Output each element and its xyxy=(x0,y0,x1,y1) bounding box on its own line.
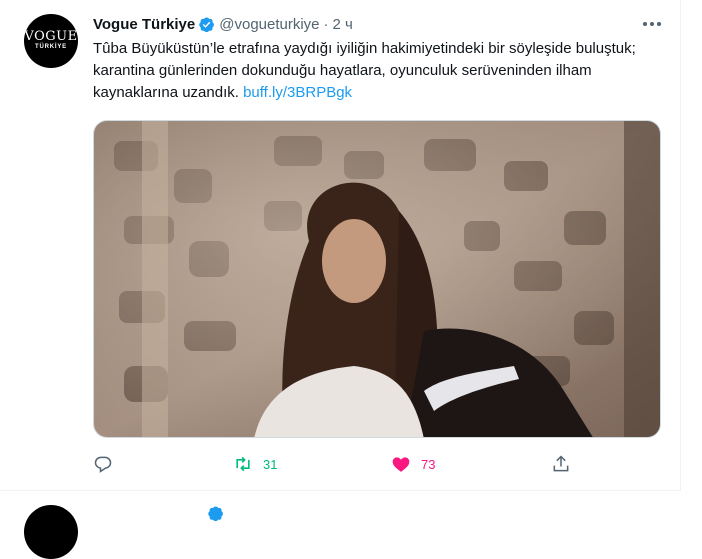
like-button[interactable]: 73 xyxy=(391,452,435,476)
tweet-actions: 31 73 xyxy=(93,452,573,476)
handle[interactable]: @vogueturkiye xyxy=(219,16,319,33)
timestamp[interactable]: 2 ч xyxy=(333,16,353,33)
verified-badge-icon xyxy=(208,506,223,522)
tweet-text: Tûba Büyüküstün’le etrafına yaydığı iyil… xyxy=(93,38,663,104)
avatar[interactable]: VOGUE TÜRKİYE xyxy=(24,14,78,68)
avatar-logo-line1: VOGUE xyxy=(24,29,78,44)
next-tweet-preview[interactable] xyxy=(0,491,680,559)
display-name[interactable]: Vogue Türkiye xyxy=(93,16,195,33)
tweet-header: Vogue Türkiye @vogueturkiye · 2 ч xyxy=(93,13,353,35)
more-icon xyxy=(643,22,661,26)
tweet-link[interactable]: buff.ly/3BRPBgk xyxy=(243,84,352,101)
share-button[interactable] xyxy=(551,452,571,476)
next-avatar[interactable] xyxy=(24,505,78,559)
like-icon xyxy=(392,457,410,472)
retweet-count: 31 xyxy=(263,456,278,472)
photo-image xyxy=(94,121,660,437)
retweet-icon xyxy=(236,456,250,472)
tweet[interactable]: VOGUE TÜRKİYE Vogue Türkiye @vogueturkiy… xyxy=(0,0,681,491)
tweet-text-body: Tûba Büyüküstün’le etrafına yaydığı iyil… xyxy=(93,40,636,101)
reply-button[interactable] xyxy=(93,452,123,476)
more-button[interactable] xyxy=(641,14,663,34)
like-count: 73 xyxy=(421,456,436,472)
tweet-photo[interactable] xyxy=(93,120,661,438)
avatar-logo-line2: TÜRKİYE xyxy=(35,44,67,50)
reply-icon xyxy=(94,456,112,473)
verified-badge-icon xyxy=(199,17,215,32)
share-icon xyxy=(553,455,569,472)
separator-dot: · xyxy=(323,15,329,33)
retweet-button[interactable]: 31 xyxy=(233,452,277,476)
